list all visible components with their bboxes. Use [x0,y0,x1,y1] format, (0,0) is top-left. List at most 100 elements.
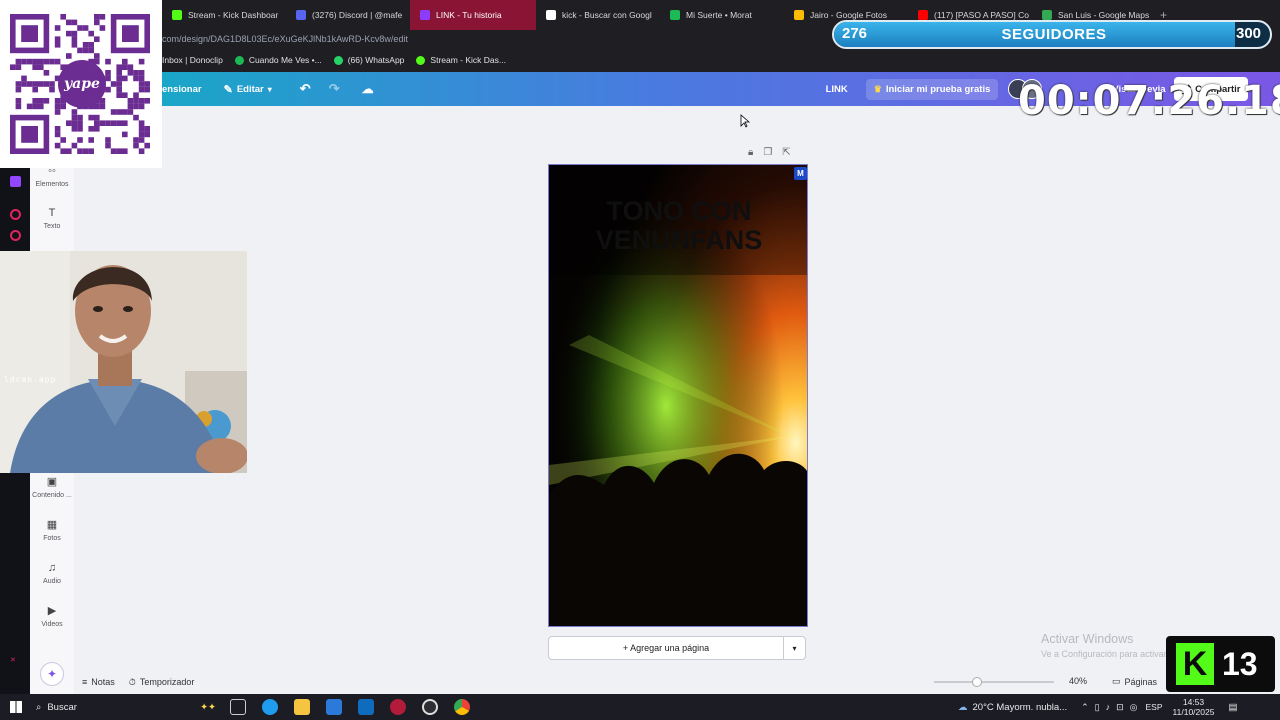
tab-label: LINK - Tu historia [436,10,502,20]
mouse-cursor [740,114,751,128]
chevron-down-icon[interactable]: ▾ [783,637,805,659]
notes-button[interactable]: ≡ Notas [82,677,115,687]
system-tray-icons[interactable]: ⌃▯♪⊡◎ [1081,702,1143,713]
magic-assistant-button[interactable]: ✦ [40,662,64,686]
windows-activation-watermark: Activar Windows Ve a Configuración para … [1041,632,1166,659]
bookmark-item[interactable]: Inbox | Donoclip [162,55,223,65]
sidebar-item-contenido[interactable]: ▣ Contenido ... [30,476,74,499]
task-view-icon[interactable] [230,699,246,715]
search-placeholder: Buscar [47,701,77,713]
browser-tab[interactable]: kick - Buscar con Googl [536,0,660,30]
resize-button[interactable]: ensionar [162,84,202,95]
browser-tab[interactable]: (3276) Discord | @mafe [286,0,410,30]
watermark-line-2: Ve a Configuración para activar Windows. [1041,649,1166,659]
videos-icon: ▶ [47,605,57,617]
record-icon[interactable] [10,209,21,220]
clock[interactable]: 14:53 11/10/2025 [1173,697,1215,717]
edge-icon[interactable] [262,699,278,715]
sidebar-item-label: Audio [43,578,61,585]
outlook-icon[interactable] [358,699,374,715]
sidebar-item-elementos[interactable]: ◦◦ Elementos [30,165,74,188]
browser-tab[interactable]: Stream - Kick Dashboar [162,0,286,30]
design-headline[interactable]: TONO CON VENUNFANS [549,196,807,255]
page-toolbar: 🔒︎ ❐ ⇱ [748,147,791,158]
trial-label: Iniciar mi prueba gratis [885,83,991,95]
zoom-slider-track[interactable] [934,681,1054,683]
bookmark-label: Cuando Me Ves •... [248,55,322,65]
sidebar-item-label: Videos [41,621,63,628]
yape-logo-text: yape [64,76,100,92]
close-icon[interactable]: ✕ [10,656,21,664]
lock-icon[interactable]: 🔒︎ [748,147,753,158]
elements-icon: ◦◦ [48,165,56,177]
bookmark-item[interactable]: (66) WhatsApp [333,55,404,65]
bookmark-item[interactable]: Cuando Me Ves •... [234,55,322,65]
timer-label: Temporizador [139,677,195,687]
obs-icon[interactable] [390,699,406,715]
tab-label: kick - Buscar con Googl [562,10,652,20]
share-page-icon[interactable]: ⇱ [782,147,790,158]
magic-badge[interactable]: M [794,167,807,180]
add-page-button[interactable]: + Agregar una página ▾ [548,636,806,660]
tab-label: (3276) Discord | @mafe [312,10,403,20]
bookmark-favicon-icon [234,55,244,65]
clock-time: 14:53 [1182,697,1205,707]
cloud-saved-icon[interactable]: ☁ [362,82,374,96]
bookmark-item[interactable]: Stream - Kick Das... [416,55,506,65]
yape-logo: yape [58,60,106,108]
undo-icon[interactable]: ↶ [300,81,311,97]
taskbar-search[interactable]: ⌕ Buscar ✦✦ [36,702,216,713]
bookmarks-bar: Inbox | Donoclip Cuando Me Ves •... (66) W… [162,48,1280,72]
bookmark-favicon-icon [416,55,426,65]
add-page-label: + Agregar una página [622,643,710,653]
zoom-slider-handle[interactable] [972,677,982,687]
url-text: com/design/DAG1D8L03Ec/eXuGeKJlNb1kAwRD-… [162,34,408,44]
twitch-icon[interactable] [10,176,21,187]
browser-tab[interactable]: LINK - Tu historia [410,0,536,30]
history-icon[interactable] [10,230,21,241]
design-page[interactable]: TONO CON VENUNFANS M [548,164,808,627]
sidebar-item-texto[interactable]: T Texto [30,207,74,230]
notifications-icon[interactable]: ▤ [1228,702,1237,713]
tab-label: Mi Suerte • Morat [686,10,752,20]
duplicate-icon[interactable]: ❐ [763,147,772,158]
browser-tab[interactable]: Mi Suerte • Morat [660,0,784,30]
windows-taskbar: ⌕ Buscar ✦✦ ☁ 20°C Mayorm. nubla... ⌃▯♪⊡… [0,694,1280,720]
timer-button[interactable]: ⏱ Temporizador [129,677,195,688]
start-trial-button[interactable]: ♛ Iniciar mi prueba gratis [865,78,999,100]
zoom-level[interactable]: 40% [1069,676,1087,686]
design-title[interactable]: LINK [826,84,848,95]
store-icon[interactable] [326,699,342,715]
stopwatch-icon: ⏱ [128,676,136,687]
photos-icon: ▦ [46,519,58,531]
sidebar-item-label: Contenido ... [32,492,72,499]
sidebar-item-audio[interactable]: ♫ Audio [30,562,74,585]
redo-icon[interactable]: ↷ [329,81,340,97]
qr-code-overlay: yape [0,0,162,168]
clock-date: 11/10/2025 [1172,707,1215,717]
recorder-icon[interactable] [422,699,438,715]
pencil-icon: ✎ [223,83,233,96]
bookmark-favicon-icon [333,55,343,65]
editor-bottom-bar: ≡ Notas ⏱ Temporizador 40% ▭ Páginas [74,670,1280,694]
notes-icon: ≡ [82,677,88,687]
pages-label: Páginas [1124,676,1158,687]
file-explorer-icon[interactable] [294,699,310,715]
notes-label: Notas [91,677,115,687]
followers-goal-bar: 276 SEGUIDORES 300 [832,20,1272,49]
windows-start-icon[interactable] [10,701,22,713]
edit-menu-button[interactable]: ✎ Editar ▾ [224,83,272,96]
tab-label: (117) [PASO A PASO] Co [934,10,1029,20]
weather-widget[interactable]: ☁ 20°C Mayorm. nubla... [958,702,1067,713]
sidebar-item-fotos[interactable]: ▦ Fotos [30,519,74,542]
webcam-person-image [0,251,247,473]
chrome-icon[interactable] [454,699,470,715]
tab-favicon-icon [172,10,182,20]
pages-button[interactable]: ▭ Páginas [1112,676,1157,687]
sidebar-item-label: Fotos [43,535,61,542]
language-indicator[interactable]: ESP [1146,702,1163,712]
webcam-overlay: ldcan.app [0,251,247,473]
headline-line-1: TONO CON [606,196,752,226]
search-icon: ⌕ [36,701,42,713]
sidebar-item-videos[interactable]: ▶ Videos [30,605,74,628]
